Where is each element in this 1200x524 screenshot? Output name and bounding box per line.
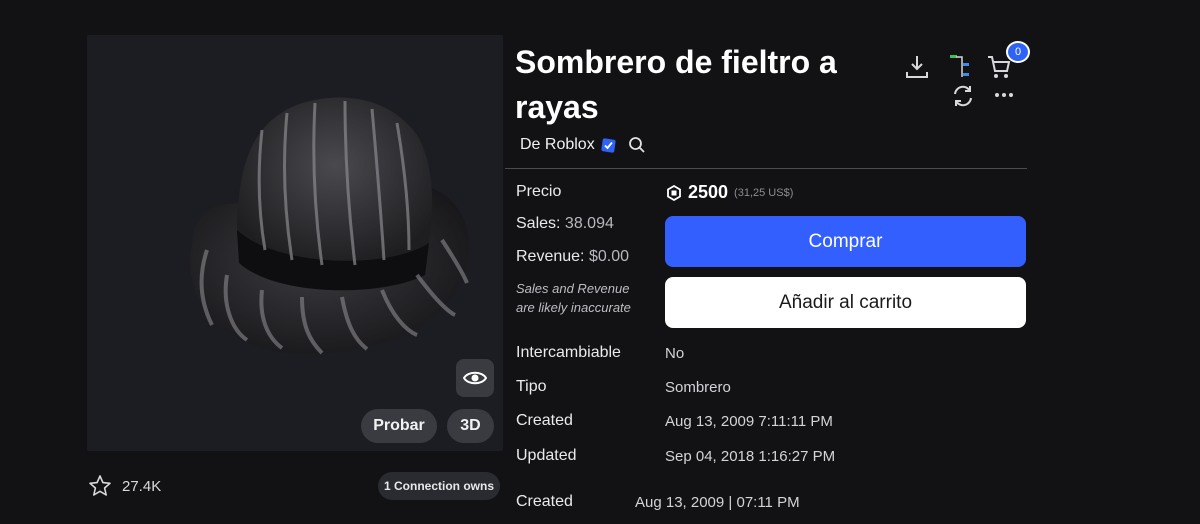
buy-button[interactable]: Comprar xyxy=(665,216,1026,267)
revenue-value: $0.00 xyxy=(588,248,629,265)
price-amount: 2500 xyxy=(688,182,729,202)
star-icon xyxy=(89,475,111,496)
favorites-count: 27.4K xyxy=(122,477,162,495)
3d-view-button[interactable]: 3D xyxy=(447,409,494,443)
favorite-control[interactable]: 27.4K xyxy=(88,474,161,498)
sales-note-line-2: are likely inaccurate xyxy=(516,300,631,315)
robux-icon xyxy=(667,184,681,201)
sales-note: Sales and Revenue are likely inaccurate xyxy=(516,279,631,317)
revenue-label: Revenue: xyxy=(516,248,585,265)
created-secondary-value: Aug 13, 2009 | 07:11 PM xyxy=(635,494,800,511)
search-icon[interactable] xyxy=(628,136,646,154)
sales-label: Sales: xyxy=(516,215,561,232)
created-value: Aug 13, 2009 7:11:11 PM xyxy=(665,413,833,430)
creator-link[interactable]: De Roblox xyxy=(520,136,595,154)
cart-count-badge: 0 xyxy=(1006,41,1030,63)
revenue-row: Revenue: $0.00 xyxy=(516,248,629,266)
eye-icon xyxy=(463,371,487,385)
sales-row: Sales: 38.094 xyxy=(516,215,614,233)
tradable-value: No xyxy=(665,345,685,362)
price-value: 2500 (31,25 US$) xyxy=(666,182,793,203)
3d-label: 3D xyxy=(460,417,481,434)
try-on-label: Probar xyxy=(373,417,425,434)
price-usd: (31,25 US$) xyxy=(734,186,794,199)
connection-owns-badge[interactable]: 1 Connection owns xyxy=(378,472,500,500)
creator-row: De Roblox xyxy=(520,136,646,154)
sales-note-line-1: Sales and Revenue xyxy=(516,281,630,296)
hat-image xyxy=(190,97,469,355)
view-toggle-button[interactable] xyxy=(456,359,494,397)
add-to-cart-button[interactable]: Añadir al carrito xyxy=(665,277,1026,328)
item-thumbnail: Probar 3D xyxy=(87,35,503,451)
buy-label: Comprar xyxy=(808,230,883,252)
add-to-cart-label: Añadir al carrito xyxy=(778,291,913,313)
try-on-button[interactable]: Probar xyxy=(361,409,437,443)
tree-icon[interactable] xyxy=(948,53,972,79)
type-value: Sombrero xyxy=(665,379,731,396)
tradable-label: Intercambiable xyxy=(516,344,621,361)
verified-badge-icon xyxy=(601,137,616,153)
sales-value: 38.094 xyxy=(564,215,614,232)
price-label: Precio xyxy=(516,183,562,200)
created-secondary-label: Created xyxy=(516,493,573,510)
more-icon[interactable] xyxy=(994,92,1014,98)
refresh-icon[interactable] xyxy=(951,84,975,108)
type-label: Tipo xyxy=(516,378,547,395)
updated-value: Sep 04, 2018 1:16:27 PM xyxy=(665,448,836,465)
download-icon[interactable] xyxy=(904,54,930,80)
created-label: Created xyxy=(516,412,573,429)
updated-label: Updated xyxy=(516,447,577,464)
connection-owns-label: 1 Connection owns xyxy=(383,479,494,493)
header-divider xyxy=(505,168,1027,169)
item-title: Sombrero de fieltro a rayas xyxy=(515,44,837,125)
